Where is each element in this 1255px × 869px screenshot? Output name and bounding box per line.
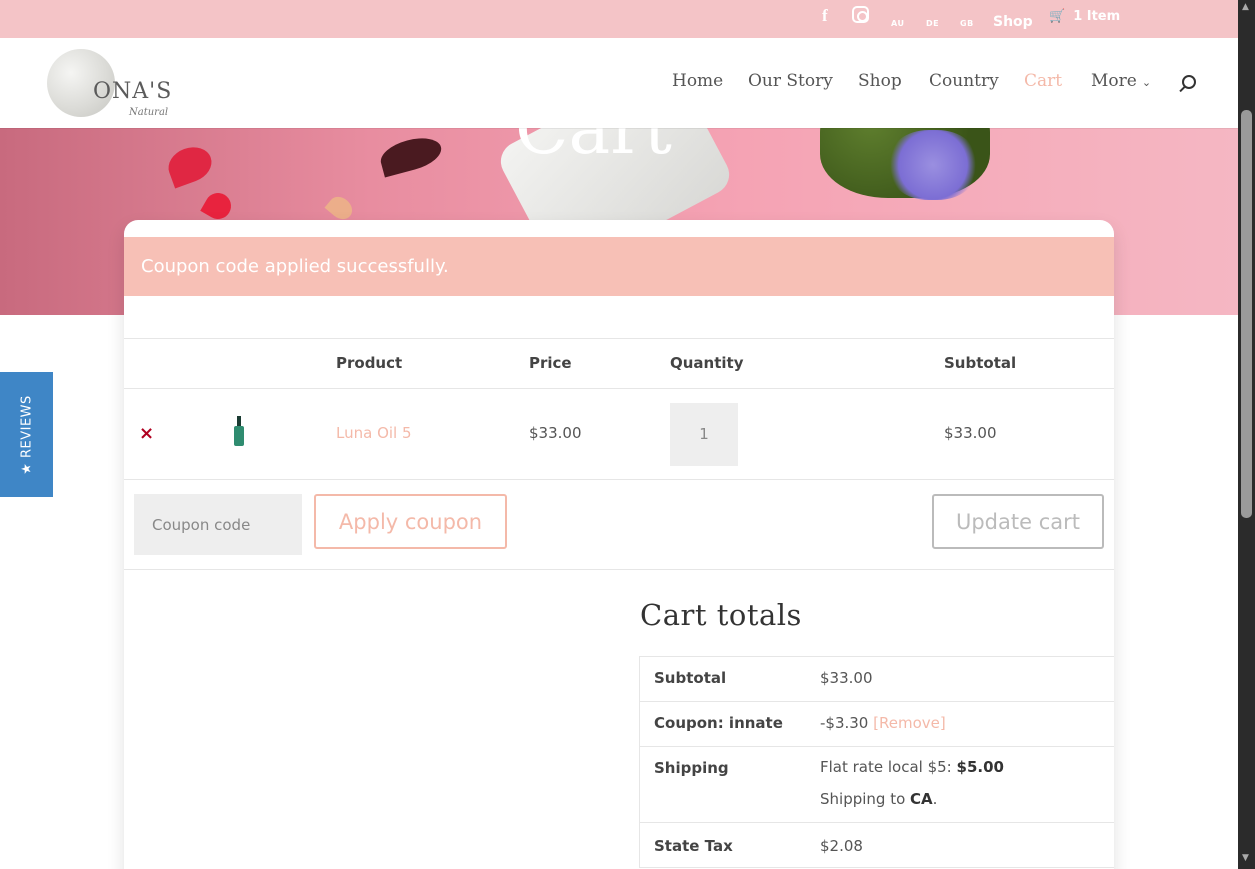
cart-totals-title: Cart totals	[640, 598, 802, 632]
table-row: × Luna Oil 5 $33.00 1 $33.00	[124, 389, 1114, 480]
petal-decoration	[377, 132, 445, 178]
topbar-shop-link[interactable]: Shop	[993, 14, 1033, 30]
reviews-tab[interactable]: ★ REVIEWS	[0, 372, 53, 497]
scroll-down-icon[interactable]: ▼	[1242, 853, 1249, 863]
cart-count: 1 Item	[1073, 9, 1121, 24]
site-header: ONA'S Natural Home Our Story Shop Countr…	[0, 38, 1238, 128]
update-cart-button[interactable]: Update cart	[932, 494, 1104, 549]
nav-home[interactable]: Home	[672, 71, 723, 91]
coupon-input[interactable]	[134, 494, 302, 555]
product-thumbnail[interactable]	[234, 416, 244, 448]
shipping-cost: $5.00	[956, 758, 1004, 776]
shipping-label: Shipping	[654, 759, 729, 777]
shipping-to-prefix: Shipping to	[820, 790, 911, 808]
cart-actions: Apply coupon Update cart	[124, 480, 1114, 570]
instagram-icon[interactable]	[852, 6, 869, 23]
totals-row-tax: State Tax $2.08	[639, 823, 1114, 868]
tax-value: $2.08	[820, 837, 863, 855]
logo-subtext: Natural	[129, 107, 169, 118]
flag-gb[interactable]: GB	[960, 19, 974, 28]
flag-de[interactable]: DE	[926, 19, 939, 28]
topbar-cart-link[interactable]: 🛒 1 Item	[1049, 9, 1120, 24]
nav-more-label: More	[1091, 71, 1137, 91]
totals-row-shipping: Shipping Flat rate local $5: $5.00 Shipp…	[639, 747, 1114, 823]
petal-decoration	[200, 188, 236, 224]
scrollbar-thumb[interactable]	[1241, 110, 1252, 518]
remove-coupon-link[interactable]: [Remove]	[873, 714, 946, 732]
shipping-method: Flat rate local $5:	[820, 758, 957, 776]
nav-country[interactable]: Country	[929, 71, 999, 91]
nav-our-story[interactable]: Our Story	[748, 71, 833, 91]
facebook-icon[interactable]: f	[822, 6, 828, 26]
hero-title: Cart	[515, 128, 672, 170]
nav-shop[interactable]: Shop	[858, 71, 902, 91]
quantity-input[interactable]: 1	[670, 403, 738, 466]
coupon-value: -$3.30	[820, 714, 869, 732]
chevron-down-icon: ⌄	[1141, 76, 1152, 89]
flag-au[interactable]: AU	[891, 19, 904, 28]
subtotal-value: $33.00	[820, 669, 873, 687]
nav-more[interactable]: More ⌄	[1091, 71, 1151, 91]
reviews-tab-label: ★ REVIEWS	[19, 394, 34, 475]
totals-row-subtotal: Subtotal $33.00	[639, 657, 1114, 702]
nav-cart[interactable]: Cart	[1024, 71, 1062, 91]
product-link[interactable]: Luna Oil 5	[336, 424, 412, 442]
header-subtotal: Subtotal	[944, 354, 1017, 372]
scroll-up-icon[interactable]: ▲	[1242, 2, 1249, 12]
scrollbar[interactable]: ▲ ▼	[1238, 0, 1255, 869]
cart-icon: 🛒	[1049, 9, 1066, 24]
shipping-region: CA	[910, 790, 933, 808]
coupon-label: Coupon: innate	[654, 714, 783, 732]
petal-decoration	[324, 192, 357, 224]
coupon-notice: Coupon code applied successfully.	[124, 237, 1114, 296]
product-price: $33.00	[529, 424, 582, 442]
cart-table-header: Product Price Quantity Subtotal	[124, 338, 1114, 389]
product-subtotal: $33.00	[944, 424, 997, 442]
header-price: Price	[529, 354, 572, 372]
subtotal-label: Subtotal	[654, 669, 727, 687]
totals-row-coupon: Coupon: innate -$3.30 [Remove]	[639, 702, 1114, 747]
remove-item-icon[interactable]: ×	[139, 423, 154, 444]
header-product: Product	[336, 354, 403, 372]
cart-totals-table: Subtotal $33.00 Coupon: innate -$3.30 [R…	[639, 656, 1114, 868]
lavender-decoration	[888, 130, 978, 200]
apply-coupon-button[interactable]: Apply coupon	[314, 494, 507, 549]
petal-decoration	[163, 141, 217, 189]
search-icon[interactable]	[1182, 75, 1196, 89]
shipping-to-suffix: .	[932, 790, 938, 808]
shipping-value-cell: Flat rate local $5: $5.00 Shipping to CA…	[820, 751, 1004, 815]
coupon-value-cell: -$3.30 [Remove]	[820, 714, 946, 732]
tax-label: State Tax	[654, 837, 733, 855]
top-bar: f AU DE GB Shop 🛒 1 Item	[0, 0, 1238, 38]
logo[interactable]: ONA'S Natural	[47, 49, 177, 119]
logo-text: ONA'S	[93, 79, 173, 104]
header-quantity: Quantity	[670, 354, 744, 372]
